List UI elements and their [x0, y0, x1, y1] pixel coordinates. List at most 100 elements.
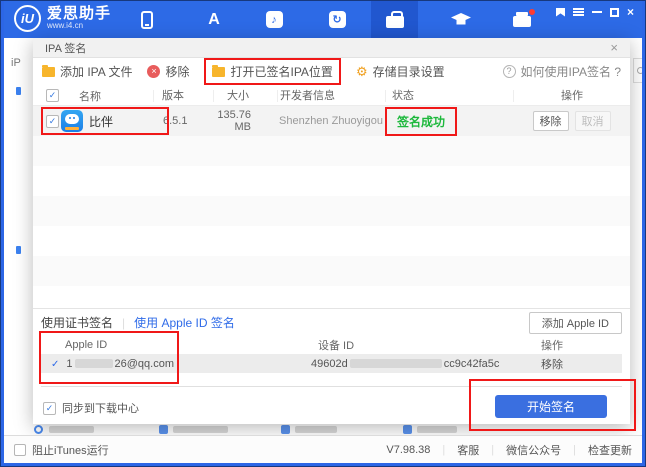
- empty-row: [33, 196, 630, 226]
- update-link[interactable]: 检查更新: [588, 442, 632, 458]
- col-developer: 开发者信息: [277, 89, 385, 102]
- divider: |: [573, 443, 576, 456]
- sign-tabs: 使用证书签名 | 使用 Apple ID 签名 添加 Apple ID: [41, 310, 622, 335]
- empty-row: [33, 166, 630, 196]
- sync-checkbox[interactable]: ✓: [43, 401, 56, 415]
- blur-redaction: [74, 359, 113, 368]
- app-name: 比伴: [89, 114, 114, 129]
- remove-button[interactable]: × 移除: [147, 63, 189, 80]
- row-cancel-button: 取消: [574, 111, 611, 131]
- tab-appleid-sign[interactable]: 使用 Apple ID 签名: [134, 314, 235, 331]
- support-link[interactable]: 客服: [457, 442, 479, 458]
- appleid-row[interactable]: ✓ 1 26@qq.com 49602d cc9c42fa5c 移除: [41, 355, 622, 373]
- dialog-toolbar: 添加 IPA 文件 × 移除 打开已签名IPA位置 ⚙ 存储目录设置 ? 如何使…: [33, 58, 630, 85]
- logo-circle-icon: iU: [14, 5, 41, 32]
- menu-icon[interactable]: [572, 7, 584, 17]
- app-version: 6.5.1: [163, 115, 188, 127]
- bg-bottom-fragments: [4, 424, 642, 435]
- blur-redaction: [349, 359, 442, 368]
- sign-account-section: 使用证书签名 | 使用 Apple ID 签名 添加 Apple ID Appl…: [39, 310, 622, 387]
- row-checkbox[interactable]: ✓: [46, 114, 59, 128]
- window-controls: ×: [555, 6, 634, 18]
- block-itunes-row: 阻止iTunes运行: [14, 442, 109, 458]
- bg-fragment: [16, 246, 21, 254]
- nav-device-icon[interactable]: [125, 1, 169, 38]
- sync-checkbox-row: ✓ 同步到下载中心: [43, 400, 139, 416]
- bg-checkbox-fragment: [159, 425, 168, 434]
- status-badge: 签名成功: [397, 114, 446, 129]
- empty-row: [33, 226, 630, 256]
- blur-redaction: [49, 426, 94, 433]
- row-remove-button[interactable]: 移除: [532, 111, 569, 131]
- notification-dot: [529, 9, 535, 15]
- divider: |: [442, 443, 446, 456]
- header-checkbox[interactable]: ✓: [46, 89, 59, 102]
- phone-icon: [141, 10, 153, 29]
- statusbar-right: V7.98.38 | 客服 | 微信公众号 | 检查更新: [386, 442, 632, 458]
- col-size: 大小: [213, 89, 277, 102]
- col-deviceid: 设备 ID: [318, 339, 355, 352]
- col-version: 版本: [153, 89, 213, 102]
- wechat-link[interactable]: 微信公众号: [506, 442, 561, 458]
- col-appleid: Apple ID: [65, 338, 108, 351]
- blur-redaction: [173, 426, 228, 433]
- nav-toolbox-icon[interactable]: [371, 1, 418, 38]
- block-itunes-checkbox[interactable]: [14, 443, 26, 456]
- search-icon: [637, 67, 642, 74]
- window-body: iU 爱思助手 www.i4.cn A ♪ ↻ × iP IPA 签名 × 添加…: [1, 1, 645, 466]
- col-action: 操作: [513, 89, 630, 102]
- open-signed-location-button[interactable]: 打开已签名IPA位置: [204, 58, 341, 85]
- topbar: iU 爱思助手 www.i4.cn A ♪ ↻ ×: [4, 1, 642, 38]
- dialog-titlebar: IPA 签名 ×: [33, 38, 630, 58]
- row-check-icon: ✓: [51, 358, 60, 370]
- add-ipa-button[interactable]: 添加 IPA 文件: [42, 63, 132, 80]
- nav-sync-icon[interactable]: ↻: [315, 1, 359, 38]
- appleid-remove-button[interactable]: 移除: [536, 356, 622, 372]
- empty-row: [33, 286, 630, 309]
- app-window: iU 爱思助手 www.i4.cn A ♪ ↻ × iP IPA 签名 × 添加…: [0, 0, 646, 467]
- appleid-cell: ✓ 1 26@qq.com: [41, 358, 311, 370]
- close-button[interactable]: ×: [627, 6, 634, 18]
- skin-icon[interactable]: [555, 7, 565, 17]
- col-appleid-action: 操作: [541, 339, 563, 352]
- appleid-table-header: Apple ID 设备 ID 操作: [41, 335, 622, 355]
- graduation-cap-icon: [451, 12, 471, 24]
- col-status: 状态: [385, 89, 513, 102]
- bg-fragment: [16, 87, 21, 95]
- sync-label: 同步到下载中心: [62, 403, 139, 415]
- storage-settings-button[interactable]: ⚙ 存储目录设置: [356, 63, 445, 80]
- start-sign-button[interactable]: 开始签名: [495, 395, 607, 418]
- app-size: 135.76 MB: [217, 109, 251, 133]
- dialog-close-icon[interactable]: ×: [610, 40, 618, 55]
- nav-appstore-icon[interactable]: A: [192, 1, 236, 38]
- ipa-sign-dialog: IPA 签名 × 添加 IPA 文件 × 移除 打开已签名IPA位置 ⚙ 存储目…: [33, 38, 636, 431]
- app-row[interactable]: ✓ 比伴 6.5.1 135.76 MB Shenzhen Zhuoyigou …: [33, 106, 630, 136]
- col-name: 名称: [79, 90, 101, 103]
- tab-certificate-sign[interactable]: 使用证书签名: [41, 314, 113, 331]
- nav-media-icon[interactable]: ♪: [252, 1, 296, 38]
- empty-row: [33, 136, 630, 166]
- app-url: www.i4.cn: [47, 21, 84, 31]
- row-actions: 移除 取消: [513, 111, 630, 131]
- app-developer: Shenzhen Zhuoyigou Inform...: [279, 115, 385, 127]
- divider: |: [491, 443, 495, 456]
- remove-circle-icon: ×: [147, 65, 161, 78]
- bg-checkbox-fragment: [403, 425, 412, 434]
- sync-icon: ↻: [328, 11, 346, 28]
- maximize-button[interactable]: [609, 7, 619, 17]
- app-title: 爱思助手: [47, 4, 112, 22]
- nav-flash-icon[interactable]: [439, 1, 483, 38]
- help-link[interactable]: ? 如何使用IPA签名 ?: [502, 63, 621, 80]
- nav-report-icon[interactable]: [500, 1, 544, 38]
- toolbox-icon: [385, 11, 404, 28]
- add-appleid-button[interactable]: 添加 Apple ID: [528, 311, 622, 334]
- app-name-cell: 比伴: [61, 110, 153, 132]
- bg-radio-fragment: [34, 425, 43, 434]
- music-icon: ♪: [265, 11, 283, 28]
- dialog-title: IPA 签名: [45, 42, 87, 55]
- bg-search-fragment[interactable]: [633, 58, 642, 83]
- minimize-button[interactable]: [591, 7, 602, 17]
- appstore-icon: A: [208, 10, 220, 28]
- deviceid-value: 49602d cc9c42fa5c: [311, 358, 500, 370]
- appleid-value: 1 26@qq.com: [66, 358, 174, 370]
